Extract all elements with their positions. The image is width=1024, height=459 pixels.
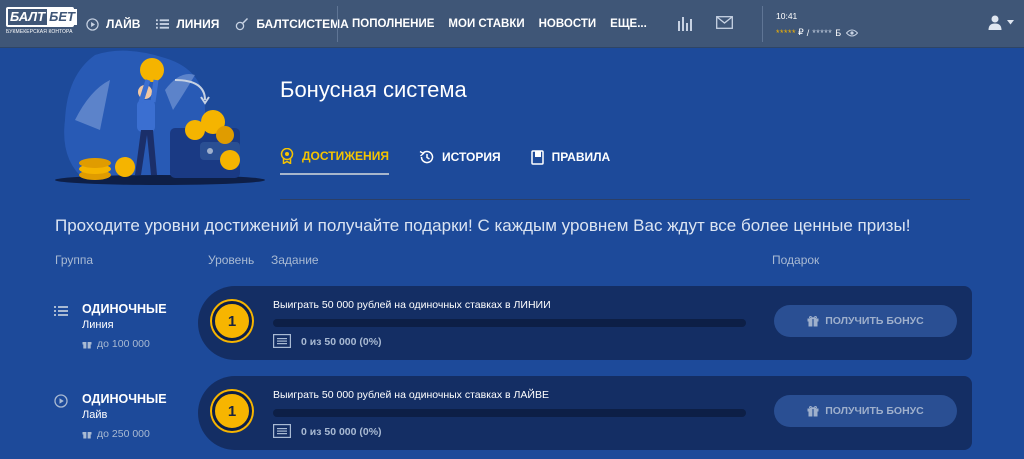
- bonus-illustration: [55, 50, 265, 185]
- group-subtitle: Линия: [82, 319, 114, 331]
- group-prize-value: до 250 000: [97, 428, 150, 440]
- balance-bonus-currency: Б: [835, 27, 842, 38]
- intro-text: Проходите уровни достижений и получайте …: [55, 216, 911, 235]
- nav-baltsystem[interactable]: БАЛТСИСТЕМА: [235, 17, 349, 31]
- nav-deposit-label: ПОПОЛНЕНИЕ: [352, 18, 435, 30]
- gift-icon: [82, 429, 92, 439]
- nav-more[interactable]: ЕЩЕ...: [610, 18, 647, 30]
- balance-display: ***** ₽ / ***** Б: [776, 27, 859, 38]
- tab-history-label: ИСТОРИЯ: [441, 150, 501, 164]
- group-prize: до 250 000: [82, 428, 150, 440]
- gift-icon: [807, 315, 819, 327]
- stats-icon[interactable]: [677, 14, 693, 37]
- play-circle-icon: [54, 394, 68, 413]
- achievement-card: 1 Выиграть 50 000 рублей на одиночных ст…: [198, 286, 972, 360]
- progress-list-icon: [273, 424, 291, 443]
- list-icon: [156, 18, 170, 30]
- group-prize-value: до 100 000: [97, 338, 150, 350]
- group-title: ОДИНОЧНЫЕ: [82, 302, 167, 316]
- get-bonus-button[interactable]: ПОЛУЧИТЬ БОНУС: [774, 395, 957, 427]
- logo-subtitle: БУКМЕКЕРСКАЯ КОНТОРА: [6, 29, 73, 35]
- balance-bonus-hidden: *****: [812, 27, 833, 38]
- progress-text: 0 из 50 000 (0%): [301, 336, 382, 348]
- group-subtitle: Лайв: [82, 409, 108, 421]
- nav-baltsystem-label: БАЛТСИСТЕМА: [256, 17, 349, 31]
- mail-icon[interactable]: [716, 16, 733, 34]
- nav-live-label: ЛАЙВ: [106, 17, 141, 31]
- user-menu[interactable]: [988, 15, 1014, 30]
- progress-list-icon: [273, 334, 291, 353]
- nav-line-label: ЛИНИЯ: [176, 17, 220, 31]
- play-circle-icon: [86, 17, 99, 31]
- group-prize: до 100 000: [82, 338, 150, 350]
- tab-rules-label: ПРАВИЛА: [551, 150, 611, 164]
- list-icon: [54, 304, 68, 322]
- logo-mark: БАЛТ БЕТ: [6, 7, 77, 27]
- task-text: Выиграть 50 000 рублей на одиночных став…: [273, 389, 549, 401]
- history-icon: [419, 150, 434, 164]
- nav-news[interactable]: НОВОСТИ: [539, 18, 597, 30]
- nav-divider-right: [762, 6, 763, 42]
- column-gift: Подарок: [772, 253, 820, 267]
- book-icon: [530, 149, 544, 165]
- achievement-row: ОДИНОЧНЫЕ Линия до 100 000 1 Выиграть 50…: [0, 286, 1024, 360]
- get-bonus-label: ПОЛУЧИТЬ БОНУС: [825, 315, 924, 327]
- progress-text: 0 из 50 000 (0%): [301, 426, 382, 438]
- logo-text-a: БАЛТ: [10, 9, 46, 24]
- nav-my-bets[interactable]: МОИ СТАВКИ: [448, 18, 524, 30]
- nav-divider: [337, 6, 338, 42]
- progress-bar: [273, 409, 746, 417]
- tab-history[interactable]: ИСТОРИЯ: [419, 148, 501, 175]
- eye-icon[interactable]: [846, 29, 859, 37]
- gift-icon: [82, 339, 92, 349]
- user-icon: [988, 15, 1002, 30]
- page-title: Бонусная система: [280, 77, 467, 102]
- balance-main-hidden: *****: [776, 27, 797, 38]
- medal-icon: [280, 148, 294, 164]
- tabs-divider: [280, 199, 970, 200]
- tab-rules[interactable]: ПРАВИЛА: [530, 148, 611, 175]
- balance-main-currency: ₽: [798, 27, 804, 37]
- nav-more-label: ЕЩЕ...: [610, 18, 647, 30]
- balance-separator: /: [806, 27, 810, 38]
- nav-my-bets-label: МОИ СТАВКИ: [448, 18, 525, 30]
- column-group: Группа: [55, 253, 94, 267]
- column-level: Уровень: [208, 253, 255, 267]
- task-text: Выиграть 50 000 рублей на одиночных став…: [273, 299, 551, 311]
- nav-news-label: НОВОСТИ: [538, 18, 597, 30]
- group-title: ОДИНОЧНЫЕ: [82, 392, 167, 406]
- achievement-card: 1 Выиграть 50 000 рублей на одиночных ст…: [198, 376, 972, 450]
- get-bonus-button[interactable]: ПОЛУЧИТЬ БОНУС: [774, 305, 957, 337]
- nav-live[interactable]: ЛАЙВ: [86, 17, 140, 31]
- nav-line[interactable]: ЛИНИЯ: [156, 17, 219, 31]
- chevron-down-icon: [1007, 20, 1014, 25]
- primary-nav: ЛАЙВ ЛИНИЯ БАЛТСИСТЕМА: [86, 0, 365, 48]
- column-task: Задание: [271, 253, 319, 267]
- bonus-tabs: ДОСТИЖЕНИЯ ИСТОРИЯ ПРАВИЛА: [280, 148, 640, 175]
- secondary-nav: ПОПОЛНЕНИЕ МОИ СТАВКИ НОВОСТИ ЕЩЕ...: [352, 0, 661, 48]
- tab-achievements[interactable]: ДОСТИЖЕНИЯ: [280, 148, 389, 175]
- tab-achievements-label: ДОСТИЖЕНИЯ: [302, 149, 389, 163]
- clock-time: 10:41: [776, 11, 798, 21]
- achievement-row: ОДИНОЧНЫЕ Лайв до 250 000 1 Выиграть 50 …: [0, 376, 1024, 450]
- level-badge: 1: [212, 301, 252, 341]
- baltbet-logo[interactable]: БАЛТ БЕТ БУКМЕКЕРСКАЯ КОНТОРА: [6, 7, 77, 37]
- progress-bar: [273, 319, 746, 327]
- get-bonus-label: ПОЛУЧИТЬ БОНУС: [825, 405, 924, 417]
- level-badge: 1: [212, 391, 252, 431]
- logo-text-b: БЕТ: [47, 9, 77, 25]
- top-navigation-bar: БАЛТ БЕТ БУКМЕКЕРСКАЯ КОНТОРА ЛАЙВ ЛИНИЯ…: [0, 0, 1024, 48]
- gift-icon: [807, 405, 819, 417]
- nav-deposit[interactable]: ПОПОЛНЕНИЕ: [352, 18, 434, 30]
- guitar-icon: [235, 17, 249, 31]
